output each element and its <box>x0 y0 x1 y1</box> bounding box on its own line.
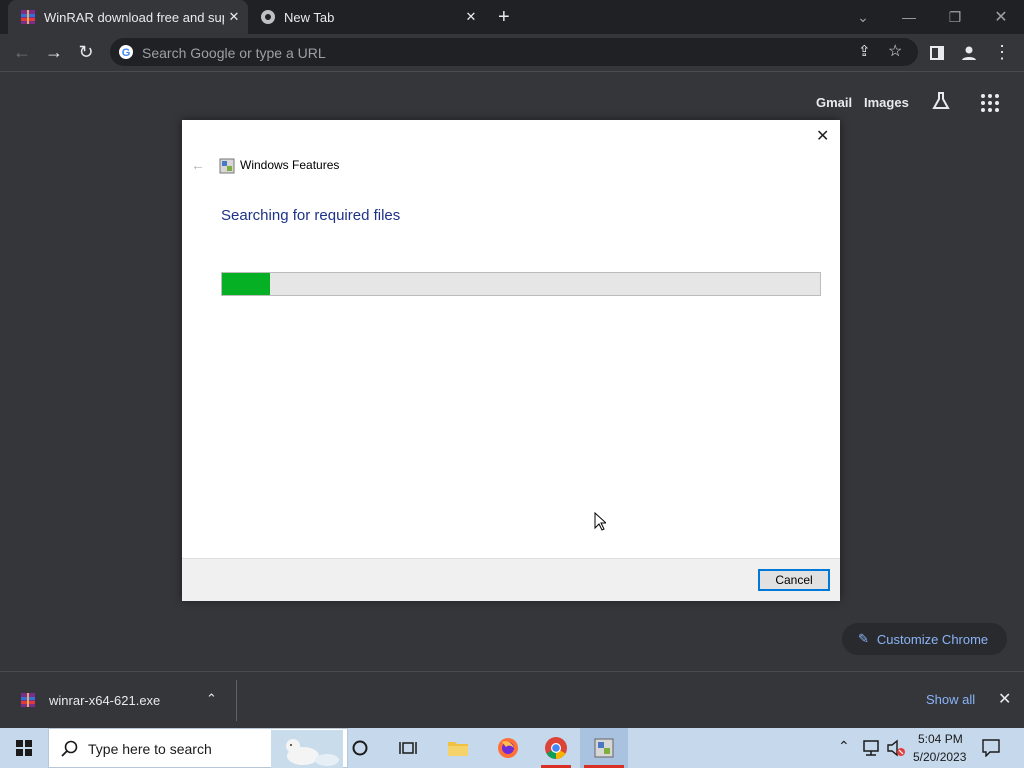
chrome-taskbar-icon[interactable] <box>532 728 580 768</box>
winrar-icon <box>21 10 35 24</box>
cortana-icon[interactable] <box>336 728 384 768</box>
tab-winrar[interactable]: WinRAR download free and supp ✕ <box>8 0 248 34</box>
dialog-footer: Cancel <box>182 558 840 601</box>
share-icon[interactable]: ⇪ <box>858 42 871 60</box>
close-dialog-icon[interactable]: ✕ <box>816 126 829 146</box>
download-item[interactable]: winrar-x64-621.exe ⌃ <box>0 672 236 729</box>
search-highlight-polar-bear-icon <box>271 730 343 768</box>
back-arrow-icon[interactable]: ← <box>191 157 205 173</box>
close-window-icon[interactable]: ✕ <box>978 0 1024 34</box>
dialog-heading: Searching for required files <box>221 207 401 224</box>
browser-toolbar: ← → ↻ G Search Google or type a URL ⇪ ☆ … <box>0 34 1024 72</box>
progress-fill <box>222 273 270 295</box>
taskbar-search-box[interactable]: Type here to search <box>48 728 348 768</box>
progress-bar <box>221 272 821 296</box>
start-windows-icon[interactable] <box>0 728 48 768</box>
close-tab-icon[interactable]: ✕ <box>226 9 242 25</box>
google-g-icon: G <box>119 45 133 59</box>
cancel-button[interactable]: Cancel <box>758 569 830 591</box>
reload-icon[interactable]: ↻ <box>70 34 102 71</box>
mouse-cursor-icon <box>594 512 606 531</box>
tray-chevron-up-icon[interactable]: ⌃ <box>838 738 850 755</box>
tab-new-tab[interactable]: New Tab ✕ <box>250 0 490 34</box>
customize-chrome-label: Customize Chrome <box>876 631 989 647</box>
back-icon[interactable]: ← <box>6 34 38 71</box>
dialog-title: Windows Features <box>240 158 340 172</box>
show-all-button[interactable]: Show all <box>926 692 975 707</box>
clock-time[interactable]: 5:04 PM <box>918 732 963 746</box>
omnibox[interactable]: G Search Google or type a URL ⇪ ☆ <box>110 38 918 66</box>
chrome-menu-icon[interactable]: ⋮ <box>986 34 1018 71</box>
side-panel-icon[interactable] <box>921 34 953 71</box>
new-tab-plus-icon[interactable]: + <box>498 6 510 29</box>
clock-date[interactable]: 5/20/2023 <box>913 750 966 764</box>
windows-features-icon <box>219 158 235 174</box>
network-icon[interactable] <box>862 740 880 756</box>
winrar-file-icon <box>21 693 35 707</box>
tab-title: WinRAR download free and supp <box>44 9 224 25</box>
windows-taskbar: Type here to search ⌃ 5:04 PM 5/20/2023 <box>0 728 1024 768</box>
omnibox-placeholder: Search Google or type a URL <box>142 45 326 61</box>
restore-icon[interactable]: ❐ <box>932 0 978 34</box>
tab-search-chevron-icon[interactable]: ⌄ <box>840 0 886 34</box>
windows-features-dialog: ✕ ← Windows Features Searching for requi… <box>182 120 840 601</box>
images-link[interactable]: Images <box>864 95 909 110</box>
chrome-icon <box>261 10 275 24</box>
labs-flask-icon[interactable] <box>930 90 952 117</box>
notification-center-icon[interactable] <box>982 739 1000 757</box>
customize-chrome-button[interactable]: ✎ Customize Chrome <box>842 623 1007 655</box>
google-apps-icon[interactable] <box>980 93 1000 118</box>
windows-features-taskbar-icon[interactable] <box>580 728 628 768</box>
file-explorer-icon[interactable] <box>434 728 482 768</box>
forward-icon[interactable]: → <box>38 34 70 71</box>
close-tab-icon[interactable]: ✕ <box>463 9 479 25</box>
profile-avatar-icon[interactable] <box>953 34 985 71</box>
tab-title: New Tab <box>284 9 335 25</box>
download-divider <box>236 680 237 721</box>
taskbar-search-placeholder: Type here to search <box>88 741 212 757</box>
task-view-icon[interactable] <box>384 728 432 768</box>
firefox-icon[interactable] <box>484 728 532 768</box>
pencil-icon: ✎ <box>858 631 869 646</box>
search-icon <box>61 740 78 757</box>
tab-strip: WinRAR download free and supp ✕ New Tab … <box>0 0 1024 34</box>
minimize-icon[interactable]: — <box>886 0 932 34</box>
gmail-link[interactable]: Gmail <box>816 95 852 110</box>
volume-muted-icon[interactable] <box>886 739 906 757</box>
svg-text:G: G <box>122 47 131 59</box>
chevron-up-icon[interactable]: ⌃ <box>206 691 217 707</box>
bookmark-star-icon[interactable]: ☆ <box>888 41 902 61</box>
download-filename: winrar-x64-621.exe <box>49 693 161 708</box>
download-bar: winrar-x64-621.exe ⌃ Show all ✕ <box>0 671 1024 729</box>
close-download-bar-icon[interactable]: ✕ <box>998 689 1011 709</box>
